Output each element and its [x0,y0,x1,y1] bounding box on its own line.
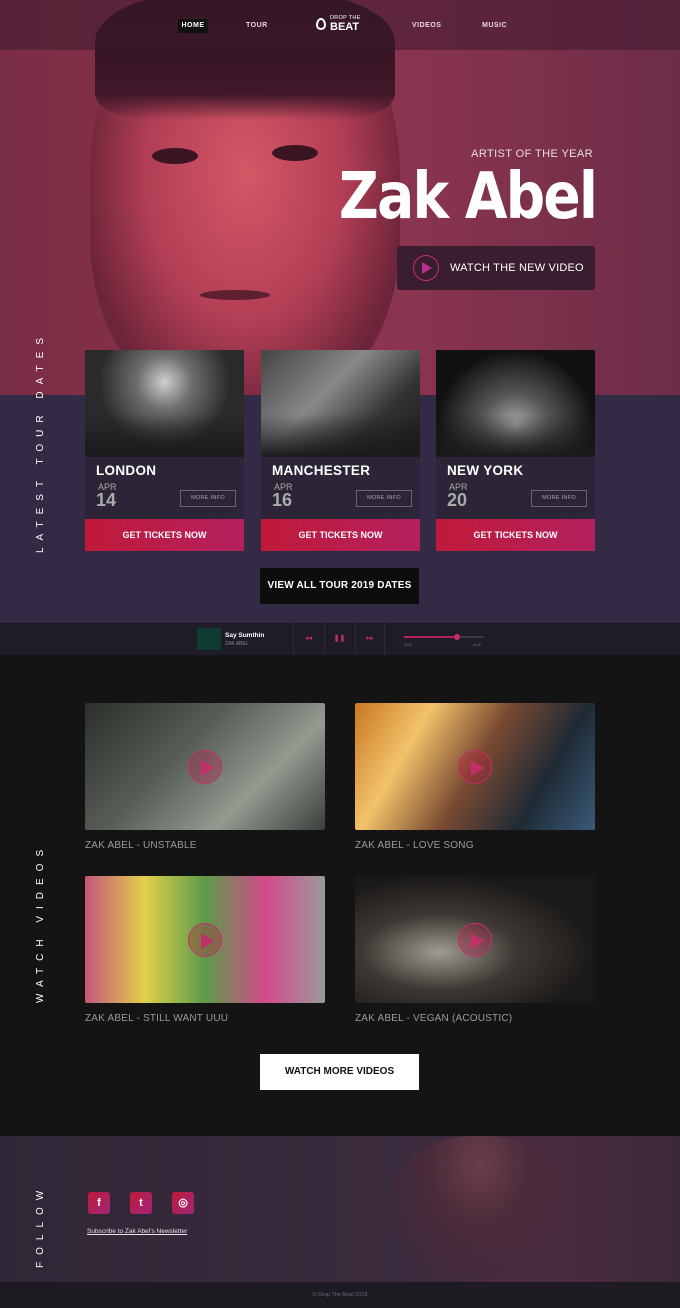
tour-card-city: NEW YORK [447,463,524,478]
drop-icon [316,18,326,30]
facebook-icon[interactable]: f [88,1192,110,1214]
tour-card-day: 16 [272,490,293,510]
progress-knob[interactable] [453,634,460,640]
next-track-icon[interactable]: ▸▸ [355,623,385,655]
play-icon[interactable] [188,750,222,784]
tour-card: NEW YORK APR 20 MORE INFO GET TICKETS NO… [436,350,595,551]
more-info-button[interactable]: MORE INFO [180,490,236,507]
footer-copyright: © Drop The Beat 2018 [0,1282,680,1308]
tour-card-image [261,350,420,457]
follow-section-label: FOLLOW [35,1183,46,1268]
previous-track-icon[interactable]: ◂◂ [293,623,323,655]
top-nav: HOME TOUR DROP THE BEAT VIDEOS MUSIC [0,0,680,50]
video-caption: ZAK ABEL - LOVE SONG [355,840,474,851]
play-icon[interactable] [458,923,492,957]
time-total: 3:04 [473,642,481,647]
get-tickets-button[interactable]: GET TICKETS NOW [261,519,420,551]
play-icon[interactable] [188,923,222,957]
nav-music[interactable]: MUSIC [482,22,507,29]
video-caption: ZAK ABEL - STILL WANT UUU [85,1013,229,1024]
get-tickets-button[interactable]: GET TICKETS NOW [436,519,595,551]
instagram-icon[interactable]: ◎ [172,1192,194,1214]
album-art [197,628,221,650]
video-thumbnail[interactable] [355,876,595,1003]
artist-name: Zak Abel [338,160,598,234]
nav-home[interactable]: HOME [178,19,208,33]
track-artist: ZAK ABEL [225,641,249,647]
video-caption: ZAK ABEL - VEGAN (ACOUSTIC) [355,1013,513,1024]
tour-card: LONDON APR 14 MORE INFO GET TICKETS NOW [85,350,244,551]
progress-slider[interactable] [404,634,484,640]
videos-section-label: WATCH VIDEOS [35,842,46,1003]
logo-text-big: BEAT [330,21,360,33]
hero-subtitle: ARTIST OF THE YEAR [471,148,593,160]
video-thumbnail[interactable] [85,703,325,830]
video-caption: ZAK ABEL - UNSTABLE [85,840,197,851]
hero-portrait-mouth [200,290,270,300]
tour-card-day: 20 [447,490,468,510]
watch-new-video-button[interactable]: WATCH THE NEW VIDEO [397,246,595,290]
get-tickets-button[interactable]: GET TICKETS NOW [85,519,244,551]
hero-portrait-eye [272,145,318,161]
time-elapsed: 0:00 [404,642,412,647]
brand-logo[interactable]: DROP THE BEAT [316,15,368,35]
video-thumbnail[interactable] [355,703,595,830]
track-title: Say Sumthin [225,632,265,639]
hero-portrait-eye [152,148,198,164]
view-all-tour-dates-button[interactable]: VIEW ALL TOUR 2019 DATES [260,568,419,604]
music-player: Say Sumthin ZAK ABEL ◂◂ ❚❚ ▸▸ 0:00 3:04 [0,623,680,655]
pause-icon[interactable]: ❚❚ [324,623,354,655]
tour-card-city: LONDON [96,463,157,478]
video-thumbnail[interactable] [85,876,325,1003]
tour-section-label: LATEST TOUR DATES [35,331,46,553]
more-info-button[interactable]: MORE INFO [531,490,587,507]
play-icon [413,255,439,281]
tour-card-image [436,350,595,457]
watch-more-videos-button[interactable]: WATCH MORE VIDEOS [260,1054,419,1090]
twitter-icon[interactable]: t [130,1192,152,1214]
progress-fill [404,636,457,638]
tour-card-city: MANCHESTER [272,463,371,478]
nav-videos[interactable]: VIDEOS [412,22,441,29]
more-info-button[interactable]: MORE INFO [356,490,412,507]
follow-background-portrait [390,1136,570,1282]
play-icon[interactable] [458,750,492,784]
tour-card-day: 14 [96,490,117,510]
tour-card: MANCHESTER APR 16 MORE INFO GET TICKETS … [261,350,420,551]
watch-new-video-label: WATCH THE NEW VIDEO [450,262,584,274]
tour-card-image [85,350,244,457]
nav-tour[interactable]: TOUR [246,22,268,29]
newsletter-link[interactable]: Subscribe to Zak Abel's Newsletter [87,1228,187,1235]
